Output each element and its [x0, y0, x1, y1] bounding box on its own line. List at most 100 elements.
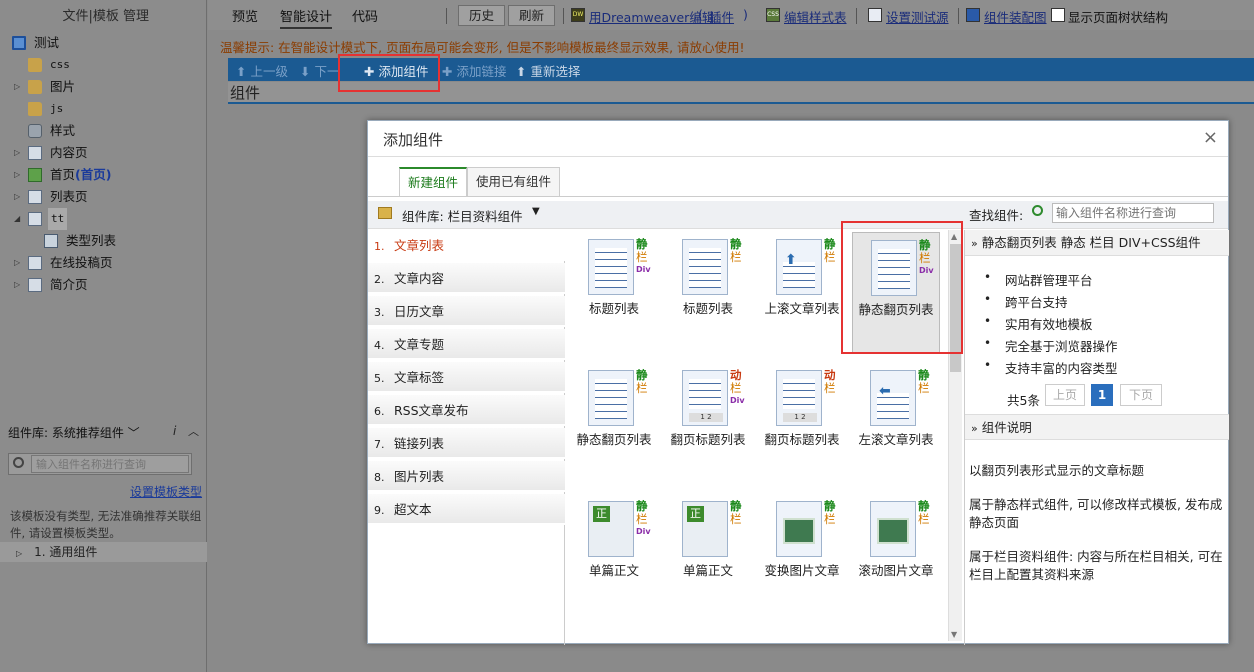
tree-item-type-list[interactable]: 类型列表 — [0, 230, 207, 252]
tree-item-style[interactable]: 样式 — [0, 120, 207, 142]
caret-down-icon[interactable]: ▼ — [532, 206, 540, 217]
component-thumb-icon — [588, 239, 634, 295]
component-item[interactable]: 正静栏单篇正文 — [664, 494, 752, 616]
next-page-button[interactable]: 下页 — [1120, 384, 1162, 406]
tab-existing-component[interactable]: 使用已有组件 — [467, 167, 561, 196]
tree-item-content-page[interactable]: ▷ 内容页 — [0, 142, 207, 164]
library-select[interactable]: 组件库: 栏目资料组件 — [402, 206, 523, 225]
tree-item-js[interactable]: js — [0, 98, 207, 120]
history-button[interactable]: 历史 — [458, 5, 506, 26]
scope-badge: 栏 — [636, 381, 648, 395]
tree-item-images[interactable]: ▷ 图片 — [0, 76, 207, 98]
tab-code[interactable]: 代码 — [352, 6, 378, 25]
expand-icon[interactable]: ▷ — [14, 142, 20, 164]
find-component-input[interactable] — [1052, 203, 1214, 223]
refresh-button[interactable]: 刷新 — [508, 5, 556, 26]
category-item[interactable]: 1. 文章列表 — [368, 230, 565, 261]
next-button[interactable]: ⬇ 下一 — [300, 61, 339, 80]
sidebar-search — [8, 453, 192, 475]
sidebar-note: 该模板没有类型, 无法准确推荐关联组件, 请设置模板类型。 — [10, 509, 202, 540]
info-icon[interactable]: i — [173, 424, 176, 438]
component-item[interactable]: 静栏 Div 标题列表 — [570, 232, 658, 354]
document-icon — [868, 8, 882, 22]
expand-icon[interactable]: ▷ — [14, 164, 20, 186]
scope-badge: 栏 — [824, 381, 836, 395]
dreamweaver-edit-link[interactable]: 用Dreamweaver编辑 — [589, 7, 714, 26]
category-item[interactable]: 5. 文章标签 — [368, 362, 565, 393]
feature-item: 实用有效地模板 — [984, 314, 1093, 333]
tree-checkbox-label[interactable]: 显示页面树状结构 — [1068, 7, 1168, 26]
expand-icon[interactable]: ▷ — [14, 76, 20, 98]
plugin-link[interactable]: 插件 — [709, 7, 734, 26]
tree-item-home[interactable]: ▷ 首页(首页) — [0, 164, 207, 186]
close-icon[interactable]: × — [1203, 127, 1218, 148]
scope-badge: 栏 — [636, 512, 648, 526]
set-test-source-link[interactable]: 设置测试源 — [886, 7, 949, 26]
tree-item-intro[interactable]: ▷ 简介页 — [0, 274, 207, 296]
component-item[interactable]: ⬆ 静栏上滚文章列表 — [758, 232, 846, 354]
sidebar-menu[interactable]: 文件|模板 管理 — [0, 0, 207, 26]
component-name: 滚动图片文章 — [858, 563, 934, 578]
expand-icon[interactable]: ▷ — [16, 549, 22, 558]
expand-icon[interactable]: ▷ — [14, 274, 20, 296]
component-item[interactable]: 静栏标题列表 — [664, 232, 752, 354]
highlight-box-selected — [841, 221, 963, 354]
add-link-button[interactable]: ✚ 添加链接 — [442, 61, 506, 80]
add-component-dialog: 添加组件 × 新建组件 使用已有组件 组件库: 栏目资料组件 ▼ 查找组件: 1… — [367, 120, 1229, 645]
expand-icon[interactable]: ▷ — [14, 252, 20, 274]
category-item[interactable]: 9. 超文本 — [368, 494, 565, 525]
expand-icon[interactable]: ▷ — [14, 186, 20, 208]
component-name: 左滚文章列表 — [858, 432, 934, 447]
scroll-down-icon[interactable]: ▼ — [951, 630, 957, 639]
scope-badge: 栏 — [824, 250, 836, 264]
chevron-down-icon[interactable]: ﹀ — [124, 426, 140, 440]
pager-list-icon: 1 2 — [776, 370, 822, 426]
edit-stylesheet-link[interactable]: 编辑样式表 — [784, 7, 847, 26]
tree-item-css[interactable]: css — [0, 54, 207, 76]
component-item[interactable]: 静栏静态翻页列表 — [570, 363, 658, 485]
tree-item-list-page[interactable]: ▷ 列表页 — [0, 186, 207, 208]
set-template-type-link[interactable]: 设置模板类型 — [130, 483, 202, 500]
page-icon — [28, 190, 42, 204]
component-item[interactable]: 正静栏 Div 单篇正文 — [570, 494, 658, 616]
assembly-diagram-link[interactable]: 组件装配图 — [984, 7, 1047, 26]
folder-icon — [28, 58, 42, 72]
up-level-button[interactable]: ⬆ 上一级 — [236, 61, 288, 80]
scroll-up-list-icon: ⬆ — [776, 239, 822, 295]
component-thumb-icon — [682, 239, 728, 295]
sidebar-search-input[interactable] — [31, 455, 189, 473]
sidebar-group[interactable]: ▷ 1. 通用组件 — [0, 542, 207, 562]
tree-item-submission[interactable]: ▷ 在线投稿页 — [0, 252, 207, 274]
dialog-title: 添加组件 — [368, 121, 1228, 157]
tab-smart-design[interactable]: 智能设计 — [280, 6, 333, 29]
tree-checkbox[interactable] — [1051, 8, 1065, 22]
component-thumb-icon — [588, 370, 634, 426]
sidebar-library[interactable]: 组件库: 系统推荐组件 ﹀ i ︿ — [8, 424, 206, 442]
page-number[interactable]: 1 — [1091, 384, 1113, 406]
pager-list-icon: 1 2 — [682, 370, 728, 426]
component-item[interactable]: 静栏变换图片文章 — [758, 494, 846, 616]
component-item[interactable]: ⬅ 静栏左滚文章列表 — [852, 363, 940, 485]
collapse-icon[interactable]: ◢ — [14, 208, 20, 230]
category-item[interactable]: 8. 图片列表 — [368, 461, 565, 492]
feature-item: 网站群管理平台 — [984, 270, 1093, 289]
double-chevron-icon: » — [971, 237, 978, 250]
component-item[interactable]: 1 2 动栏 Div 翻页标题列表 — [664, 363, 752, 485]
category-item[interactable]: 3. 日历文章 — [368, 296, 565, 327]
category-item[interactable]: 2. 文章内容 — [368, 263, 565, 294]
tab-new-component[interactable]: 新建组件 — [399, 167, 468, 196]
chevron-up-icon[interactable]: ︿ — [188, 423, 199, 439]
category-item[interactable]: 4. 文章专题 — [368, 329, 565, 360]
reselect-button[interactable]: ⬆ 重新选择 — [516, 61, 580, 80]
div-badge: Div — [730, 396, 745, 405]
page-icon — [28, 212, 42, 226]
tree-item-tt[interactable]: ◢ tt — [0, 208, 207, 230]
tree-item-test[interactable]: 测试 — [0, 32, 207, 54]
component-item[interactable]: 1 2 动栏翻页标题列表 — [758, 363, 846, 485]
category-item[interactable]: 6. RSS文章发布 — [368, 395, 565, 426]
category-item[interactable]: 7. 链接列表 — [368, 428, 565, 459]
prev-page-button[interactable]: 上页 — [1045, 384, 1085, 406]
tab-preview[interactable]: 预览 — [232, 6, 258, 25]
component-item[interactable]: 静栏滚动图片文章 — [852, 494, 940, 616]
div-badge: Div — [636, 527, 651, 536]
